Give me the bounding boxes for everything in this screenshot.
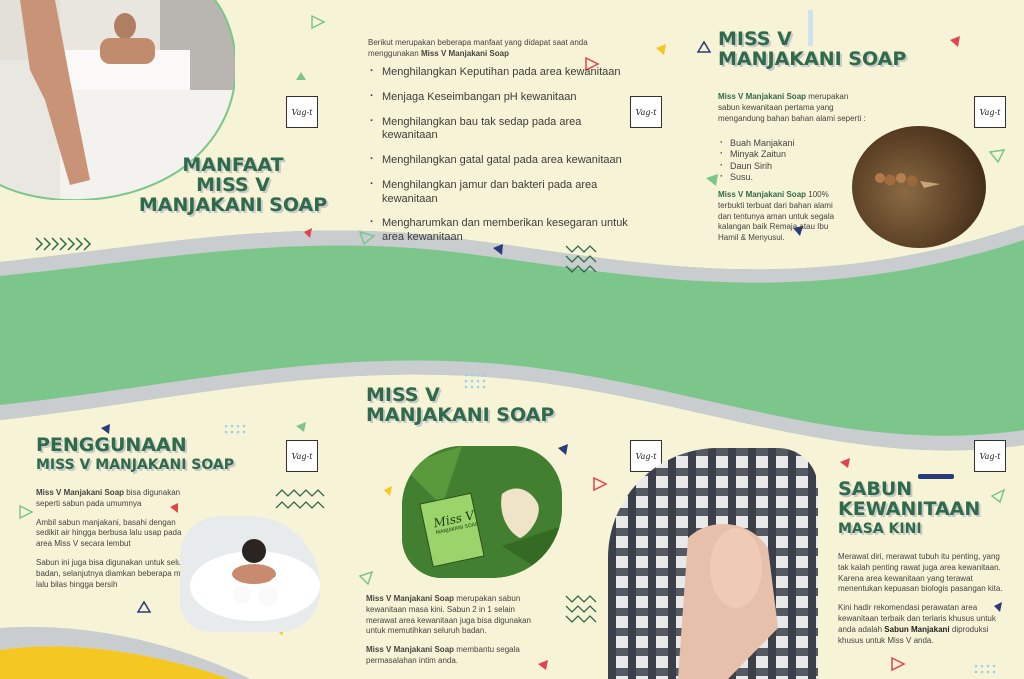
usage-p3: Sabun ini juga bisa digunakan untuk selu… <box>36 557 194 589</box>
masa-kini-text: Merawat diri, merawat tubuh itu penting,… <box>838 552 1006 646</box>
ingredients-list: Buah Manjakani Minyak Zaitun Daun Sirih … <box>720 137 795 183</box>
about-description: Miss V Manjakani Soap merupakan sabun ke… <box>718 92 868 124</box>
benefit-item: Menghilangkan bau tak sedap pada area ke… <box>368 115 638 144</box>
manfaat-heading-line2: MISS V <box>196 173 270 196</box>
center-text: Miss V Manjakani Soap merupakan sabun ke… <box>366 594 536 667</box>
woman-photo <box>608 448 818 679</box>
benefit-item: Menghilangkan Keputihan pada area kewani… <box>368 65 638 80</box>
about-closing: Miss V Manjakani Soap 100% terbukti terb… <box>718 190 848 244</box>
about-desc-product: Miss V Manjakani Soap <box>718 92 807 101</box>
product-photo: Miss V MANJAKANI SOAP <box>402 446 562 578</box>
masa-kini-heading-line3: MASA KINI <box>838 520 922 537</box>
manjakani-fruit-photo <box>852 126 986 248</box>
masa-kini-heading: SABUN KEWANITAAN MASA KINI <box>838 478 981 537</box>
about-heading-line1: MISS V <box>718 28 792 50</box>
benefit-item: Mengharumkan dan memberikan kesegaran un… <box>368 216 638 245</box>
masa-kini-heading-line1: SABUN <box>838 478 913 500</box>
masa-kini-p2: Kini hadir rekomendasi perawatan area ke… <box>838 603 1006 646</box>
benefit-item: Menghilangkan jamur dan bakteri pada are… <box>368 178 638 207</box>
masa-kini-heading-line2: KEWANITAAN <box>838 497 981 520</box>
center-p2: Miss V Manjakani Soap membantu segala pe… <box>366 645 536 667</box>
manfaat-heading-line1: MANFAAT <box>182 154 284 176</box>
fruit-art <box>875 173 940 188</box>
usage-heading-line1: PENGGUNAAN <box>36 434 187 456</box>
masa-kini-p2-product: Sabun Manjakani <box>884 624 950 634</box>
benefit-item: Menjaga Keseimbangan pH kewanitaan <box>368 90 638 105</box>
product-art <box>402 446 562 578</box>
usage-heading-line2: MISS V MANJAKANI SOAP <box>36 456 234 473</box>
about-heading: MISS V MANJAKANI SOAP <box>718 28 907 70</box>
center-heading-line2: MANJAKANI SOAP <box>366 403 555 426</box>
center-heading: MISS V MANJAKANI SOAP <box>366 384 555 426</box>
brand-logo-4: Vag-t <box>286 440 318 472</box>
usage-p1: Miss V Manjakani Soap bisa digunakan sep… <box>36 488 196 510</box>
about-closing-product: Miss V Manjakani Soap <box>718 190 807 199</box>
manfaat-heading-line3: MANJAKANI SOAP <box>138 193 328 216</box>
brand-logo-3: Vag-t <box>974 96 1006 128</box>
manfaat-heading: MANFAAT MISS V MANJAKANI SOAP <box>128 154 338 216</box>
ingredient-item: Susu. <box>720 171 795 183</box>
center-p1-product: Miss V Manjakani Soap <box>366 594 455 603</box>
usage-p1-product: Miss V Manjakani Soap <box>36 488 125 497</box>
woman-art <box>608 448 818 679</box>
brand-logo-6: Vag-t <box>974 440 1006 472</box>
center-p2-product: Miss V Manjakani Soap <box>366 645 455 655</box>
usage-heading: PENGGUNAAN MISS V MANJAKANI SOAP <box>36 434 234 473</box>
usage-text: Miss V Manjakani Soap bisa digunakan sep… <box>36 488 196 590</box>
ingredient-item: Minyak Zaitun <box>720 148 795 160</box>
benefits-list: Menghilangkan Keputihan pada area kewani… <box>368 65 638 256</box>
ingredient-item: Buah Manjakani <box>720 137 795 149</box>
brand-logo-2: Vag-t <box>630 96 662 128</box>
center-heading-line1: MISS V <box>366 384 440 406</box>
about-heading-line2: MANJAKANI SOAP <box>718 47 907 70</box>
manfaat-intro-product: Miss V Manjakani Soap <box>420 48 509 58</box>
ingredient-item: Daun Sirih <box>720 159 795 172</box>
usage-p2: Ambil sabun manjakani, basahi dengan sed… <box>36 517 182 549</box>
brand-logo-1: Vag-t <box>286 96 318 128</box>
center-p1: Miss V Manjakani Soap merupakan sabun ke… <box>366 594 536 637</box>
benefit-item: Menghilangkan gatal gatal pada area kewa… <box>368 153 638 168</box>
manfaat-intro: Berikut merupakan beberapa manfaat yang … <box>368 38 618 60</box>
masa-kini-p1: Merawat diri, merawat tubuh itu penting,… <box>838 552 1003 594</box>
